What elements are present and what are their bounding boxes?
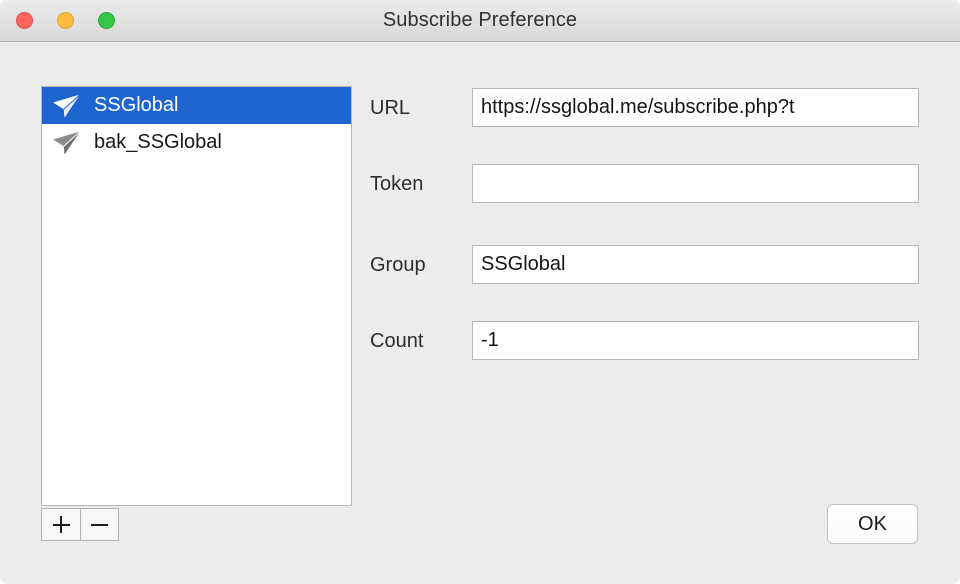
token-label: Token: [370, 173, 466, 196]
remove-subscription-button[interactable]: [80, 508, 119, 541]
group-input[interactable]: SSGlobal: [472, 245, 919, 284]
titlebar: Subscribe Preference: [0, 0, 960, 42]
list-item[interactable]: SSGlobal: [42, 87, 351, 124]
subscription-list[interactable]: SSGlobal bak_SSGlobal: [41, 86, 352, 506]
plus-icon: [53, 524, 70, 526]
url-input[interactable]: https://ssglobal.me/subscribe.php?t: [472, 88, 919, 127]
group-label: Group: [370, 254, 466, 277]
token-input[interactable]: [472, 164, 919, 203]
paper-plane-icon: [52, 93, 82, 119]
url-value: https://ssglobal.me/subscribe.php?t: [473, 96, 795, 119]
minus-icon: [91, 524, 108, 526]
count-input[interactable]: -1: [472, 321, 919, 360]
subscribe-preference-window: Subscribe Preference SSGlobal bak_SSGlob…: [0, 0, 960, 584]
count-value: -1: [473, 329, 499, 352]
add-subscription-button[interactable]: [41, 508, 80, 541]
window-title: Subscribe Preference: [0, 0, 960, 41]
list-item-label: bak_SSGlobal: [94, 131, 222, 154]
group-value: SSGlobal: [473, 253, 566, 276]
list-item[interactable]: bak_SSGlobal: [42, 124, 351, 161]
list-item-label: SSGlobal: [94, 94, 179, 117]
ok-button[interactable]: OK: [827, 504, 918, 544]
count-label: Count: [370, 330, 466, 353]
paper-plane-icon: [52, 130, 82, 156]
url-label: URL: [370, 97, 466, 120]
list-actions: [41, 508, 119, 541]
